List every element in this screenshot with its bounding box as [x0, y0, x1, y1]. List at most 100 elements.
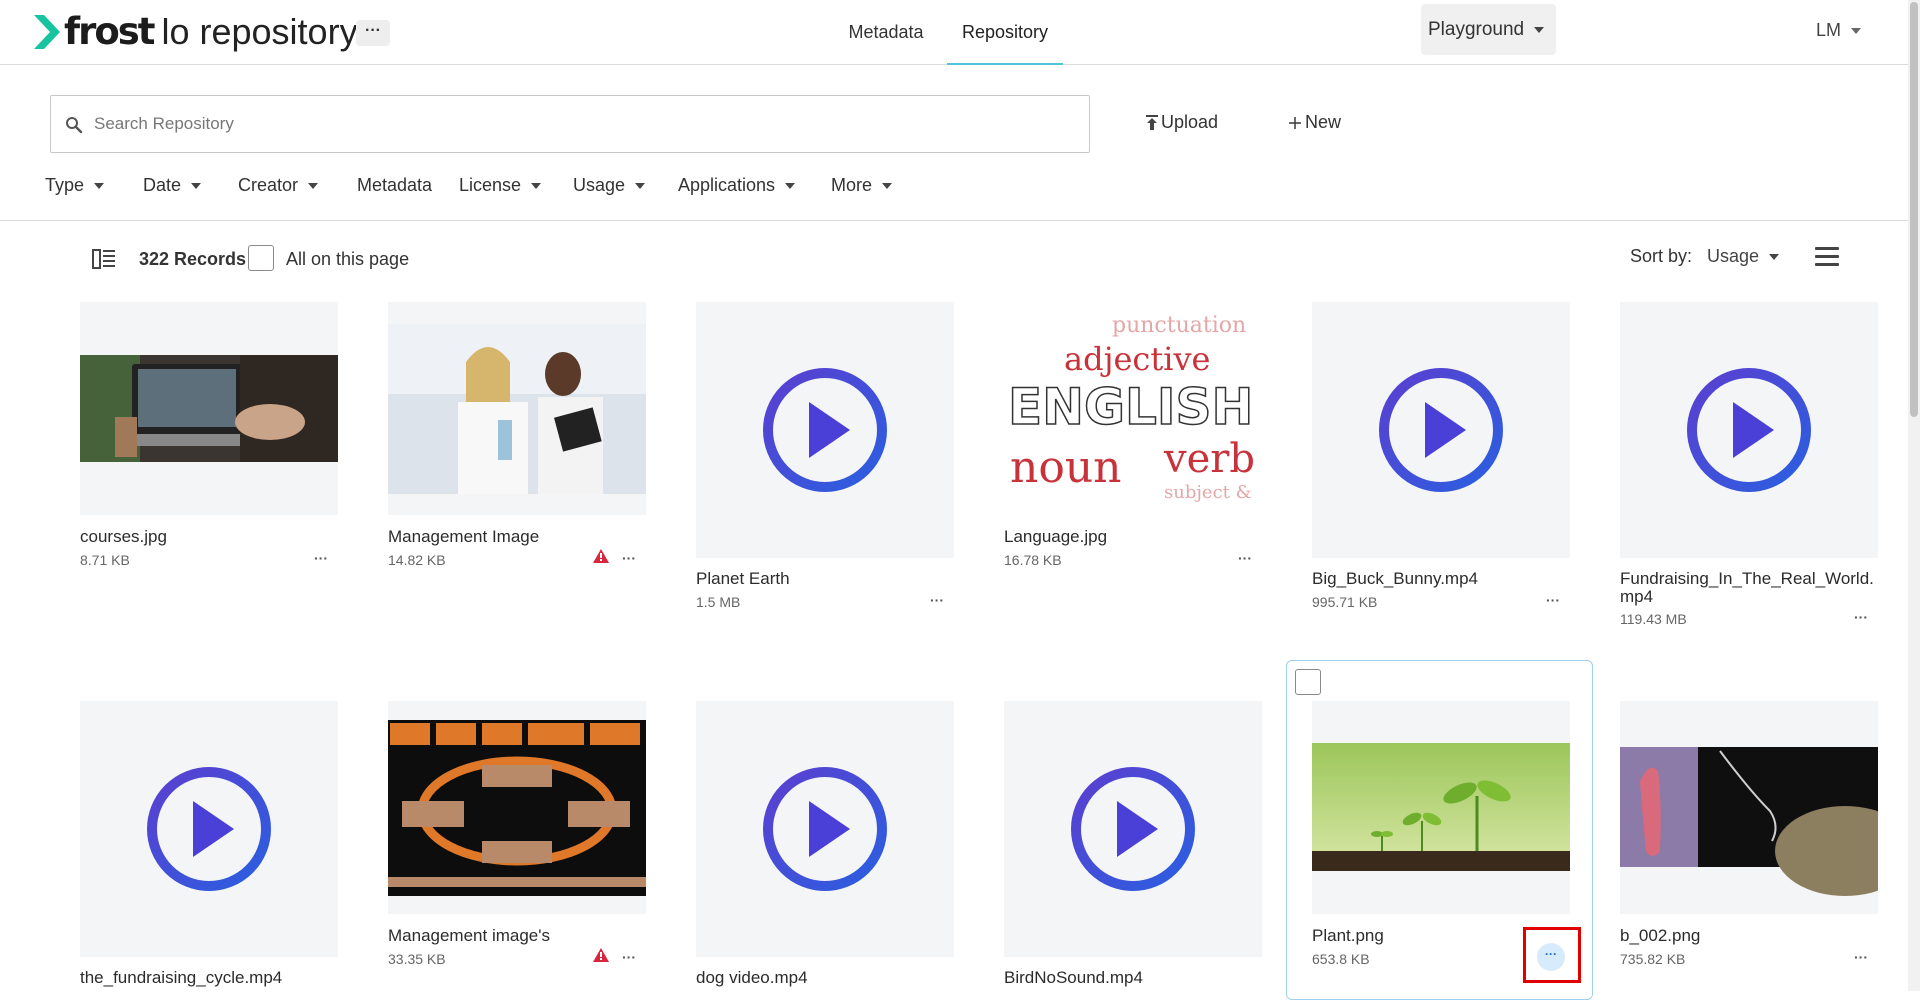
chevron-down-icon	[191, 183, 202, 190]
asset-name: Big_Buck_Bunny.mp4	[1312, 569, 1479, 588]
item-select-checkbox[interactable]	[1295, 669, 1321, 695]
filter-creator[interactable]: Creator	[238, 172, 319, 198]
search-field[interactable]	[50, 95, 1090, 153]
chevron-down-icon	[635, 183, 646, 190]
workspace-label: Playground	[1428, 19, 1525, 40]
view-toggle-icon[interactable]	[92, 249, 116, 269]
svg-text:punctuation: punctuation	[1112, 313, 1246, 338]
asset-size: 16.78 KB	[1004, 552, 1062, 568]
more-options-icon[interactable]: ···	[930, 593, 944, 607]
asset-thumbnail	[1004, 701, 1262, 957]
more-options-icon[interactable]: ···	[1546, 593, 1560, 607]
filter-license[interactable]: License	[459, 172, 542, 198]
svg-text:noun: noun	[1010, 442, 1122, 493]
more-options-icon[interactable]: ···	[1854, 950, 1868, 964]
logo-word: frost	[64, 10, 155, 53]
sort-dropdown[interactable]: Usage	[1707, 245, 1780, 267]
new-button[interactable]: New	[1288, 112, 1341, 133]
more-options-icon[interactable]: ···	[1238, 551, 1252, 565]
asset-name: Fundraising_In_The_Real_World.mp4	[1620, 569, 1874, 606]
chevron-down-icon	[882, 183, 893, 190]
asset-thumbnail	[388, 302, 646, 515]
play-icon	[147, 767, 271, 891]
asset-name: Language.jpg	[1004, 527, 1108, 546]
asset-size: 119.43 MB	[1620, 611, 1687, 627]
filter-date[interactable]: Date	[143, 172, 202, 198]
select-all-label: All on this page	[286, 249, 410, 269]
asset-size: 995.71 KB	[1312, 594, 1378, 610]
svg-text:verb: verb	[1163, 436, 1255, 482]
asset-size: 735.82 KB	[1620, 951, 1686, 967]
chevron-down-icon	[1534, 26, 1545, 33]
play-icon	[1687, 368, 1811, 492]
filter-more[interactable]: More	[831, 172, 893, 198]
workspace-selector[interactable]: Playground	[1421, 4, 1556, 55]
process-diagram-image	[388, 720, 646, 896]
plus-icon	[1289, 116, 1301, 129]
tab-repository[interactable]: Repository	[947, 0, 1063, 65]
chevron-down-icon	[1769, 254, 1780, 261]
filter-usage[interactable]: Usage	[573, 172, 646, 198]
filter-metadata[interactable]: Metadata	[357, 172, 432, 198]
scrollbar-thumb[interactable]	[1910, 2, 1918, 417]
filter-type[interactable]: Type	[45, 172, 105, 198]
asset-name: the_fundraising_cycle.mp4	[80, 968, 283, 987]
logo[interactable]: frost lo repository	[34, 10, 358, 54]
filter-label: Date	[143, 175, 182, 195]
filter-applications[interactable]: Applications	[678, 172, 796, 198]
asset-thumbnail	[80, 701, 338, 957]
language-words-image: punctuation adjective ENGLISH noun verb …	[1007, 313, 1255, 503]
asset-thumbnail	[80, 302, 338, 515]
play-icon	[763, 767, 887, 891]
filter-label: License	[459, 175, 522, 195]
warning-icon	[593, 549, 609, 563]
logo-arrow-icon	[34, 15, 60, 49]
filter-label: Applications	[678, 175, 776, 195]
asset-name: Management image's	[388, 926, 550, 945]
more-options-icon[interactable]: ···	[622, 551, 636, 565]
svg-text:ENGLISH: ENGLISH	[1008, 378, 1253, 436]
asset-name: Planet Earth	[696, 569, 790, 588]
play-icon	[1379, 368, 1503, 492]
svg-text:adjective: adjective	[1064, 340, 1210, 378]
user-menu[interactable]: LM	[1816, 20, 1862, 41]
chevron-down-icon	[94, 183, 105, 190]
search-input[interactable]	[94, 110, 1054, 138]
upload-label: Upload	[1161, 112, 1219, 132]
app-menu-button[interactable]: ···	[356, 20, 390, 46]
more-options-icon[interactable]: ···	[314, 551, 328, 565]
top-bar: frost lo repository ··· Metadata Reposit…	[0, 0, 1920, 65]
cell-image	[1620, 747, 1878, 896]
upload-button[interactable]: Upload	[1145, 112, 1218, 133]
plant-image	[1312, 743, 1570, 871]
asset-name: b_002.png	[1620, 926, 1701, 945]
asset-thumbnail	[696, 302, 954, 558]
select-all-checkbox[interactable]	[248, 245, 274, 271]
logo-subtitle: lo repository	[161, 11, 358, 52]
more-options-icon[interactable]: ···	[622, 950, 636, 964]
asset-thumbnail	[1620, 302, 1878, 558]
chevron-down-icon	[308, 183, 319, 190]
more-options-icon[interactable]: ···	[1854, 610, 1868, 624]
play-icon	[1071, 767, 1195, 891]
asset-name: BirdNoSound.mp4	[1004, 968, 1143, 987]
records-count: 322 Records	[139, 249, 247, 269]
asset-thumbnail	[1312, 302, 1570, 558]
asset-name: dog video.mp4	[696, 968, 808, 987]
asset-thumbnail	[696, 701, 954, 957]
asset-size: 14.82 KB	[388, 552, 446, 568]
results-toolbar: 322 Records All on this page Sort by: Us…	[0, 245, 1920, 275]
sort-value: Usage	[1707, 246, 1760, 266]
tab-metadata[interactable]: Metadata	[832, 0, 940, 65]
search-icon	[66, 117, 83, 134]
filter-label: More	[831, 175, 873, 195]
chevron-down-icon	[531, 183, 542, 190]
user-initials: LM	[1816, 20, 1842, 40]
sort-label: Sort by:	[1630, 246, 1693, 266]
asset-size: 33.35 KB	[388, 951, 446, 967]
chevron-down-icon	[785, 183, 796, 190]
menu-icon[interactable]	[1815, 247, 1839, 271]
asset-name: courses.jpg	[80, 527, 167, 546]
divider	[0, 220, 1920, 221]
highlight-outline	[1523, 927, 1581, 983]
